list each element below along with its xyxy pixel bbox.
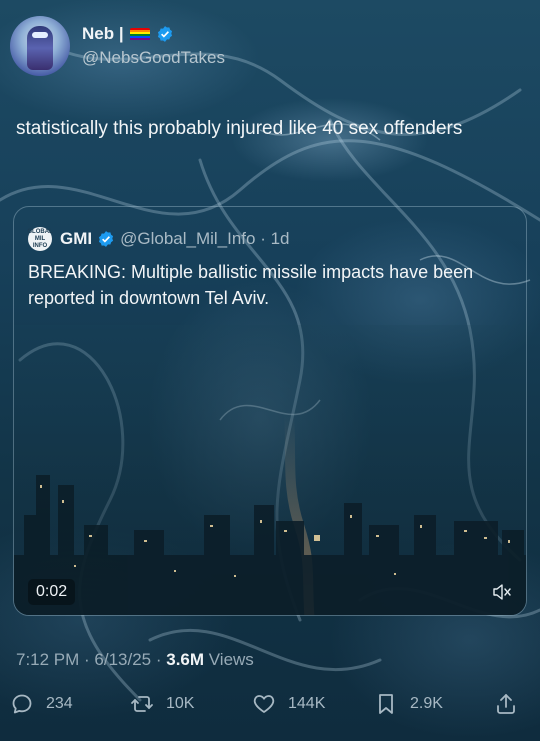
repost-icon (131, 696, 153, 712)
bookmark-count: 2.9K (410, 695, 443, 712)
tweet-datetime[interactable]: 7:12 PM · 6/13/25 · (16, 650, 166, 669)
avatar[interactable] (10, 16, 70, 76)
flag-stripe (129, 38, 150, 41)
quoted-handle-time[interactable]: @Global_Mil_Info · 1d (120, 229, 289, 249)
like-count: 144K (288, 695, 326, 712)
reply-count: 234 (46, 695, 73, 712)
like-button[interactable]: 144K (252, 692, 325, 716)
pride-flag-icon (129, 27, 150, 41)
heart-icon (253, 695, 275, 713)
mute-icon[interactable] (492, 583, 512, 601)
views-label: Views (204, 650, 254, 669)
tweet-author-header: Neb | @NebsGoodTakes (10, 16, 225, 76)
author-handle[interactable]: @NebsGoodTakes (82, 48, 225, 68)
gmi-logo-avatar[interactable]: GLOBAL MIL INFO (27, 227, 53, 251)
share-button[interactable] (494, 692, 518, 716)
verified-badge-icon[interactable] (156, 25, 174, 43)
bookmark-icon (379, 694, 393, 714)
tweet-meta: 7:12 PM · 6/13/25 · 3.6M Views (16, 650, 254, 670)
avatar-visor (32, 32, 48, 38)
quoted-tweet-card[interactable]: GLOBAL MIL INFO GMI @Global_Mil_Info · 1… (13, 206, 527, 616)
video-timestamp: 0:02 (28, 579, 76, 605)
quoted-author-name[interactable]: GMI (60, 229, 92, 249)
tweet-text: statistically this probably injured like… (16, 118, 463, 139)
verified-badge-icon (99, 231, 114, 247)
bookmark-button[interactable]: 2.9K (374, 692, 443, 716)
reply-button[interactable]: 234 (10, 692, 73, 716)
video-player[interactable] (14, 325, 527, 616)
views-count: 3.6M (166, 650, 205, 669)
action-bar: 234 10K 144K 2.9K (0, 692, 540, 724)
share-icon (497, 694, 515, 714)
repost-button[interactable]: 10K (130, 692, 194, 716)
author-name[interactable]: Neb | (82, 24, 124, 44)
quoted-tweet-text: BREAKING: Multiple ballistic missile imp… (28, 262, 474, 308)
reply-icon (12, 694, 32, 714)
gmi-logo-text: GLOBAL MIL INFO (27, 228, 53, 249)
repost-count: 10K (166, 695, 195, 712)
